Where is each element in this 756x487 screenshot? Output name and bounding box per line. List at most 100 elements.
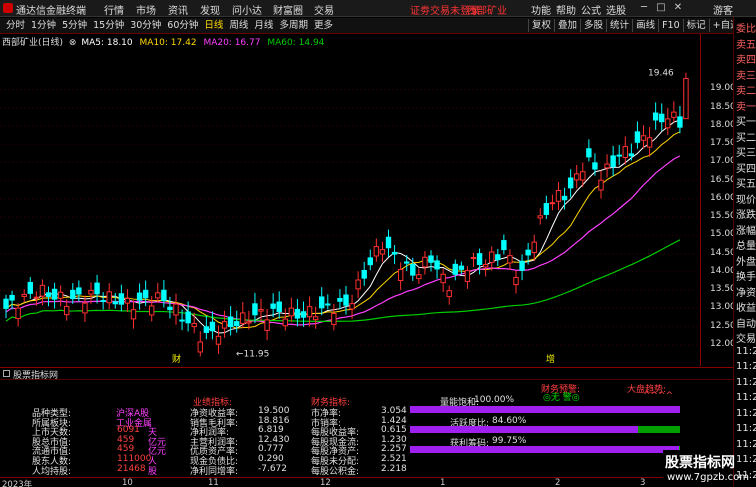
quote-field-label: 换手: [736, 272, 756, 283]
candle-down: [234, 321, 240, 327]
info-value: 6091: [117, 425, 140, 436]
draw-line-button[interactable]: 画线: [632, 19, 658, 32]
candle-down: [586, 148, 592, 158]
title-bar: 通达信金融终端 行情 市场 资讯 发现 问小达 财富圈 交易 证劵交易未登录 西…: [0, 0, 756, 17]
price-tick-label: 12.00: [710, 338, 736, 349]
tab-fenshi[interactable]: 分时: [3, 19, 28, 32]
price-tick-label: 14.00: [710, 265, 736, 276]
quote-field-label: 11:25: [736, 454, 756, 465]
candle-down: [203, 326, 210, 333]
candle-up: [598, 179, 604, 191]
panel-toggle-icon[interactable]: [3, 370, 10, 377]
tab-multi-period[interactable]: 多周期: [276, 19, 311, 32]
minimize-icon[interactable]: ─: [637, 2, 651, 14]
menu-xuangu[interactable]: 选股: [606, 2, 631, 17]
statistics-button[interactable]: 统计: [606, 19, 632, 32]
overlay-button[interactable]: 叠加: [554, 19, 580, 32]
date-tick-label: 2023年: [2, 480, 33, 487]
quote-field-label: 买三: [736, 148, 756, 159]
date-tick-label: 11: [208, 478, 219, 487]
menu-gongneng[interactable]: 功能: [531, 2, 556, 17]
fuquan-button[interactable]: 复权: [528, 19, 554, 32]
tab-5min[interactable]: 5分钟: [59, 19, 90, 32]
candle-down: [209, 321, 216, 332]
activity-value: 84.60%: [492, 416, 527, 426]
candle-up: [130, 309, 137, 320]
perf-value: 6.819: [258, 425, 284, 436]
candle-down: [659, 113, 665, 123]
candle-down: [270, 303, 276, 309]
candle-up: [15, 307, 21, 320]
quote-field-label: 卖五: [736, 39, 756, 51]
candlestick-chart[interactable]: 19.46 ←11.95 财 增: [0, 34, 700, 366]
candle-up: [507, 255, 513, 264]
menu-gongshi[interactable]: 公式: [581, 2, 606, 17]
menu-jiaoyi[interactable]: 交易: [314, 2, 346, 17]
menu-bangzhu[interactable]: 帮助: [556, 2, 581, 17]
tab-60min[interactable]: 60分钟: [164, 19, 201, 32]
candle-up: [665, 118, 671, 129]
candle-down: [136, 292, 143, 301]
candle-up: [604, 163, 610, 169]
menu-shichang[interactable]: 市场: [136, 2, 168, 17]
candle-down: [434, 260, 440, 270]
tab-monthly[interactable]: 月线: [251, 19, 276, 32]
candle-down: [567, 177, 574, 189]
app-logo-icon: [3, 3, 13, 13]
watermark-url: www.7gpzb.com: [667, 472, 749, 483]
quote-field-label: 11:25: [736, 423, 756, 434]
price-axis: 19.00 18.50 18.00 17.50 17.00 16.50 16.00 15.50…: [700, 34, 736, 366]
price-tick-label: 16.50: [710, 174, 736, 185]
menu-faxian[interactable]: 发现: [200, 2, 232, 17]
menu-hangqing[interactable]: 行情: [104, 2, 136, 17]
candle-up: [671, 111, 677, 118]
date-tick-label: 10: [122, 478, 133, 487]
ma10-label: MA10: 17.42: [139, 38, 197, 48]
panel-header: 股票指标网: [0, 368, 733, 381]
candle-down: [410, 263, 416, 276]
candle-down: [458, 265, 465, 270]
close-icon[interactable]: ✕: [671, 2, 685, 14]
multi-stock-button[interactable]: 多股: [580, 19, 606, 32]
candle-down: [610, 155, 616, 168]
candle-up: [312, 316, 319, 321]
candle-down: [628, 153, 635, 157]
candle-up: [537, 215, 543, 219]
menu-caifuquan[interactable]: 财富圈: [273, 2, 314, 17]
current-stock-name: 西部矿业: [467, 6, 507, 17]
tab-daily[interactable]: 日线: [201, 19, 226, 32]
quote-field-label: 卖二: [736, 86, 756, 97]
perf-value: 12.430: [258, 434, 290, 445]
date-tick-label: 3: [640, 478, 646, 487]
tab-15min[interactable]: 15分钟: [90, 19, 127, 32]
tab-30min[interactable]: 30分钟: [127, 19, 164, 32]
candle-up: [282, 318, 288, 327]
menu-wenxiaoda[interactable]: 问小达: [232, 2, 273, 17]
guest-user[interactable]: 游客: [713, 2, 733, 17]
candle-up: [422, 256, 428, 268]
candle-down: [70, 289, 76, 300]
f10-button[interactable]: F10: [658, 19, 683, 32]
candle-down: [361, 269, 367, 279]
profit-value: 99.75%: [492, 436, 527, 446]
candle-up: [64, 305, 70, 316]
expand-icon[interactable]: ⊗: [69, 38, 77, 48]
quote-field-label: 收益: [736, 303, 756, 314]
candle-up: [640, 135, 647, 141]
candle-up: [155, 292, 161, 299]
candle-up: [106, 291, 112, 304]
candle-up: [683, 77, 689, 120]
period-tabs: 分时 1分钟 5分钟 15分钟 30分钟 60分钟 日线 周线 月线 多周期 更…: [3, 19, 336, 32]
tab-1min[interactable]: 1分钟: [28, 19, 59, 32]
candle-down: [112, 301, 118, 305]
date-axis: 2023年 10 11 12 1 2 3: [0, 477, 733, 487]
maximize-icon[interactable]: □: [654, 2, 668, 14]
menu-zixun[interactable]: 资讯: [168, 2, 200, 17]
mark-button[interactable]: 标记: [682, 19, 709, 32]
candle-down: [51, 288, 58, 300]
tab-more[interactable]: 更多: [311, 19, 336, 32]
tab-weekly[interactable]: 周线: [226, 19, 251, 32]
candle-up: [288, 307, 295, 317]
candle-down: [367, 257, 373, 266]
candle-up: [646, 137, 653, 148]
